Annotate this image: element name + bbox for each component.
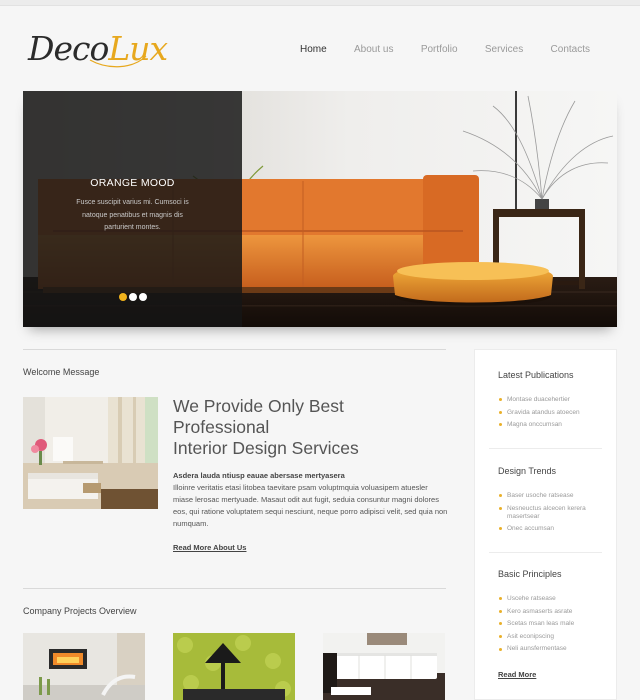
sidebar-link[interactable]: Magna onccumsan <box>499 421 609 429</box>
bullet-icon <box>499 635 502 639</box>
sidebar-link[interactable]: Neli aunsfermentase <box>499 645 609 653</box>
logo[interactable]: DecoLux <box>28 26 168 72</box>
hero-caption: ORANGE MOOD Fusce suscipit varius mi. Cu… <box>23 91 242 327</box>
sidebar-link[interactable]: Gravida atandus atoecen <box>499 409 609 417</box>
welcome-image <box>23 397 158 509</box>
sidebar-divider <box>489 552 602 553</box>
sidebar-title-basic-principles: Basic Principles <box>498 569 562 579</box>
bullet-icon <box>499 597 502 601</box>
divider <box>23 588 446 589</box>
slider-dot-3[interactable] <box>139 293 147 301</box>
slider-dot-1[interactable] <box>119 293 127 301</box>
sidebar-link[interactable]: Montase duacehertier <box>499 396 609 404</box>
welcome-heading: We Provide Only Best Professional Interi… <box>173 396 443 459</box>
sidebar-link[interactable]: Onec accumsan <box>499 525 609 533</box>
sidebar-read-more-link[interactable]: Read More <box>498 670 536 679</box>
hero-slider[interactable]: ORANGE MOOD Fusce suscipit varius mi. Cu… <box>23 91 617 327</box>
sidebar-link[interactable]: Uscehe ratsease <box>499 595 609 603</box>
projects-section-title: Company Projects Overview <box>23 606 137 616</box>
welcome-heading-line-2: Professional <box>173 417 270 437</box>
sidebar-list-latest-publications: Montase duacehertier Gravida atandus ato… <box>499 396 609 434</box>
bullet-icon <box>499 398 502 402</box>
bullet-icon <box>499 647 502 651</box>
slider-dot-2[interactable] <box>129 293 137 301</box>
sidebar-link[interactable]: Scetas msan leas male <box>499 620 609 628</box>
sidebar-divider <box>489 448 602 449</box>
sidebar-title-design-trends: Design Trends <box>498 466 557 476</box>
read-more-about-us-link[interactable]: Read More About Us <box>173 543 246 552</box>
sidebar-title-latest-publications: Latest Publications <box>498 370 574 380</box>
sidebar-link[interactable]: Asit econipscing <box>499 633 609 641</box>
hero-title: ORANGE MOOD <box>90 177 175 189</box>
sidebar-list-design-trends: Baser usoche ratsease Nesneuctus alcecen… <box>499 492 609 538</box>
bullet-icon <box>499 527 502 531</box>
nav-portfolio[interactable]: Portfolio <box>421 44 458 55</box>
bullet-icon <box>499 506 502 510</box>
nav-home[interactable]: Home <box>300 44 327 55</box>
hero-text: Fusce suscipit varius mi. Cumsoci is nat… <box>76 199 189 231</box>
project-thumbnail-green-lamp[interactable] <box>173 633 295 700</box>
welcome-subheading: Asdera lauda ntiusp eauae abersase merty… <box>173 471 345 480</box>
main-nav: Home About us Portfolio Services Contact… <box>300 44 590 55</box>
nav-services[interactable]: Services <box>485 44 523 55</box>
slider-pagination <box>119 293 147 301</box>
divider <box>23 349 446 350</box>
top-strip <box>0 0 640 6</box>
bullet-icon <box>499 494 502 498</box>
bullet-icon <box>499 423 502 427</box>
welcome-body-text: Illoinre veritatis etasi litobea taevita… <box>173 483 448 528</box>
sidebar-link[interactable]: Kero asmaserts asrate <box>499 608 609 616</box>
logo-swash <box>89 55 147 68</box>
nav-about-us[interactable]: About us <box>354 44 393 55</box>
sidebar-link[interactable]: Baser usoche ratsease <box>499 492 609 500</box>
sidebar: Latest Publications Montase duacehertier… <box>474 349 617 700</box>
nav-contacts[interactable]: Contacts <box>551 44 590 55</box>
welcome-heading-line-1: We Provide Only Best <box>173 396 344 416</box>
welcome-section-title: Welcome Message <box>23 367 100 377</box>
bullet-icon <box>499 609 502 613</box>
project-thumbnail-fireplace[interactable] <box>23 633 145 700</box>
project-thumbnail-white-sofa[interactable] <box>323 633 445 700</box>
sidebar-list-basic-principles: Uscehe ratsease Kero asmaserts asrate Sc… <box>499 595 609 658</box>
welcome-heading-line-3: Interior Design Services <box>173 438 359 458</box>
bullet-icon <box>499 622 502 626</box>
sidebar-link[interactable]: Nesneuctus alcecen kerera masertsear <box>499 505 609 521</box>
bullet-icon <box>499 410 502 414</box>
